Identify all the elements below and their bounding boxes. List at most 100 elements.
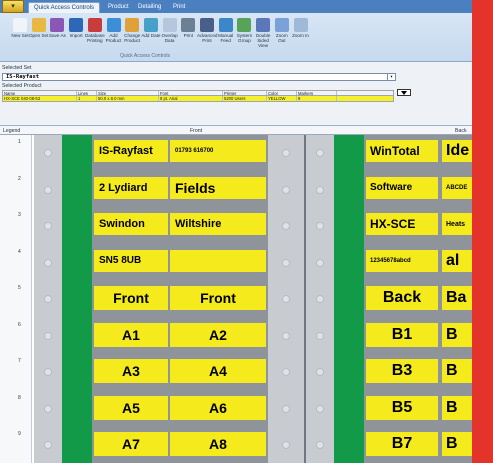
back-marker[interactable]: B (442, 322, 472, 347)
product-cell: 1 (77, 96, 97, 101)
legend-label: Legend (3, 128, 21, 134)
front-marker[interactable]: IS-Rayfast (94, 140, 168, 162)
back-marker[interactable]: Ide (442, 140, 472, 162)
front-marker[interactable]: A3 (94, 359, 168, 383)
change-product-icon (125, 18, 140, 32)
front-marker[interactable]: A1 (94, 322, 168, 347)
front-marker[interactable]: A5 (94, 395, 168, 420)
mount-hole-icon (282, 441, 290, 449)
back-marker[interactable]: B (442, 395, 472, 420)
marker-text: Back (382, 289, 422, 306)
back-marker[interactable]: ABCDE (442, 176, 472, 199)
back-marker[interactable]: Software (366, 176, 438, 199)
toolbar-button-new-set[interactable]: New Set (10, 16, 30, 52)
marker-text: ABCDE (446, 184, 468, 191)
database-printing-icon (87, 18, 102, 32)
back-marker[interactable]: Back (366, 286, 438, 310)
marker-strips-view[interactable]: 1 IS-Rayfast 01793 616700 WinTotal Ide 2 2 Lyd… (0, 135, 472, 463)
toolbar-button-label: Save As (48, 33, 66, 38)
back-marker[interactable]: B7 (366, 432, 438, 456)
row-number: 3 (18, 212, 21, 218)
product-column-header[interactable]: Font (159, 91, 223, 95)
marker-text: B5 (391, 398, 413, 416)
back-marker[interactable]: al (442, 249, 472, 272)
tab-product[interactable]: Product (103, 2, 134, 13)
double-sided-view-icon (256, 18, 271, 32)
back-marker[interactable]: Heats (442, 213, 472, 235)
app-menu-button[interactable]: ▾ (2, 0, 24, 13)
front-marker[interactable]: 01793 616700 (170, 140, 266, 162)
toolbar-button-zoom-in[interactable]: Zoom In (291, 16, 311, 52)
front-marker[interactable]: Front (170, 286, 266, 310)
mount-hole-icon (44, 185, 52, 194)
front-marker[interactable]: Swindon (94, 213, 168, 235)
manual-feed-icon (218, 18, 233, 32)
toolbar-button-save-as[interactable]: Save As (47, 16, 67, 52)
back-marker[interactable]: B5 (366, 395, 438, 420)
toolbar-button-manual-feed[interactable]: Manual Feed (216, 16, 236, 52)
toolbar-button-advanced-print[interactable]: Advanced Print (197, 16, 217, 52)
marker-text: A4 (209, 363, 227, 379)
product-column-header[interactable]: Lines (77, 91, 97, 95)
row-number: 9 (18, 431, 21, 437)
product-column-header[interactable]: Printer (223, 91, 267, 95)
back-marker[interactable]: Ba (442, 286, 472, 310)
back-marker[interactable]: B3 (366, 359, 438, 383)
back-marker[interactable]: B1 (366, 322, 438, 347)
product-column-header[interactable]: Color (267, 91, 297, 95)
toolbar-button-open-set[interactable]: Open Set (29, 16, 49, 52)
toolbar-button-print[interactable]: Print (178, 16, 198, 52)
front-marker[interactable]: A8 (170, 432, 266, 456)
marker-text: A3 (122, 363, 140, 379)
mount-hole-icon (44, 258, 52, 267)
product-cell: HX-SCE 040-08-53 (3, 96, 77, 101)
back-marker[interactable]: B (442, 432, 472, 456)
toolbar-button-label: Database Printing (84, 33, 105, 43)
back-marker[interactable]: B (442, 359, 472, 383)
front-marker[interactable] (170, 249, 266, 272)
product-dropdown-button[interactable] (397, 89, 411, 96)
product-column-header[interactable]: Markers (297, 91, 337, 95)
back-marker[interactable]: WinTotal (366, 140, 438, 162)
product-cell: 5200 Users (223, 96, 267, 101)
selected-set-value: IS-Rayfast (6, 74, 40, 80)
toolbar-button-double-sided-view[interactable]: Double Sided View (253, 16, 273, 52)
product-table-row[interactable]: HX-SCE 040-08-53 1 50.0 x 8.0 mm 8 pt. Aria… (2, 96, 394, 102)
front-marker[interactable]: Fields (170, 176, 266, 199)
tab-detailing[interactable]: Detailing (133, 2, 166, 13)
product-cell: 9 (297, 96, 337, 101)
back-marker[interactable]: HX-SCE (366, 213, 438, 235)
toolbar-button-import[interactable]: Import (66, 16, 86, 52)
toolbar-button-zoom-out[interactable]: Zoom Out (272, 16, 292, 52)
marker-text: Fields (175, 179, 216, 196)
front-marker[interactable]: 2 Lydiard (94, 176, 168, 199)
toolbar-button-overlap-data[interactable]: Overlap Data (160, 16, 180, 52)
toolbar-button-database-printing[interactable]: Database Printing (85, 16, 105, 52)
tab-print[interactable]: Print (168, 2, 190, 13)
front-marker[interactable]: Wiltshire (170, 213, 266, 235)
toolbar-button-label: Manual Feed (218, 33, 234, 43)
product-column-header[interactable]: Name (3, 91, 77, 95)
front-marker[interactable]: Front (94, 286, 168, 310)
marker-text: B (446, 362, 458, 379)
selected-set-select[interactable]: IS-Rayfast ▾ (2, 73, 396, 81)
front-marker[interactable]: A2 (170, 322, 266, 347)
toolbar-button-system-group[interactable]: System Group (234, 16, 254, 52)
front-green-strip (62, 135, 92, 463)
back-marker[interactable]: 12345678abcd (366, 249, 438, 272)
product-column-header[interactable]: Size (97, 91, 159, 95)
toolbar-button-change-product[interactable]: Change Product (122, 16, 142, 52)
mount-hole-icon (282, 404, 290, 413)
front-marker[interactable]: A7 (94, 432, 168, 456)
toolbar-button-add-product[interactable]: Add Product (104, 16, 124, 52)
mount-hole-icon (44, 222, 52, 230)
tab-quick-access[interactable]: Quick Access Controls (28, 2, 101, 13)
open-set-icon (31, 18, 46, 32)
front-marker[interactable]: A6 (170, 395, 266, 420)
chevron-down-icon[interactable]: ▾ (387, 74, 395, 80)
front-marker[interactable]: SN5 8UB (94, 249, 168, 272)
ribbon-group-caption: Quick Access Controls (120, 53, 171, 59)
toolbar-button-label: Overlap Data (161, 33, 178, 43)
front-marker[interactable]: A4 (170, 359, 266, 383)
toolbar-button-add-date[interactable]: Add Date (141, 16, 161, 52)
